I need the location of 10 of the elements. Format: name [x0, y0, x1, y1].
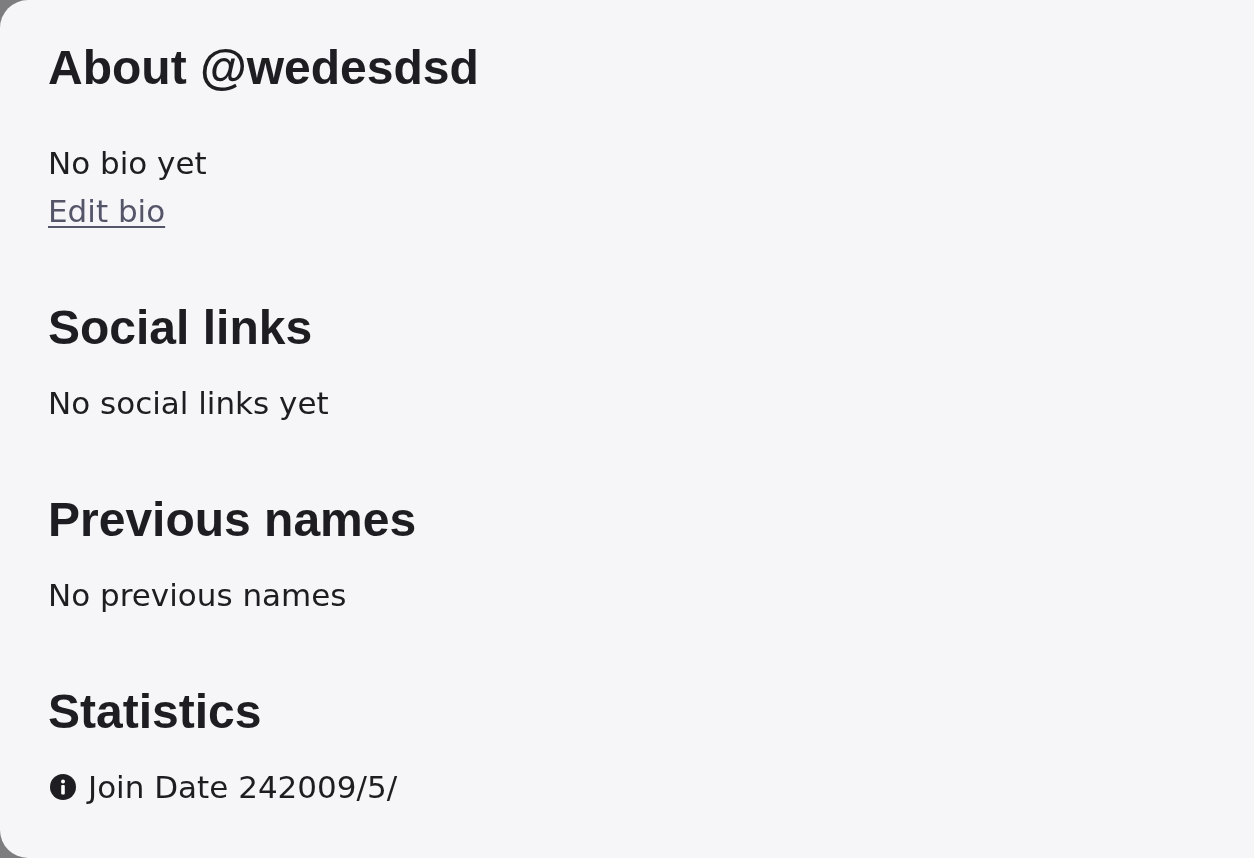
- empty-state-text: No previous names: [48, 576, 347, 615]
- edit-bio-link[interactable]: Edit bio: [48, 187, 166, 235]
- bio-text: No bio yet: [48, 144, 207, 183]
- section-heading: Social links: [48, 300, 313, 356]
- section-heading: Previous names: [48, 492, 417, 548]
- empty-state-text: No social links yet: [48, 384, 329, 423]
- section-heading: About @wedesdsd: [48, 40, 479, 96]
- stat-text: Join Date 242009/5/: [88, 768, 398, 807]
- info-icon: [50, 774, 76, 800]
- section-heading: Statistics: [48, 684, 262, 740]
